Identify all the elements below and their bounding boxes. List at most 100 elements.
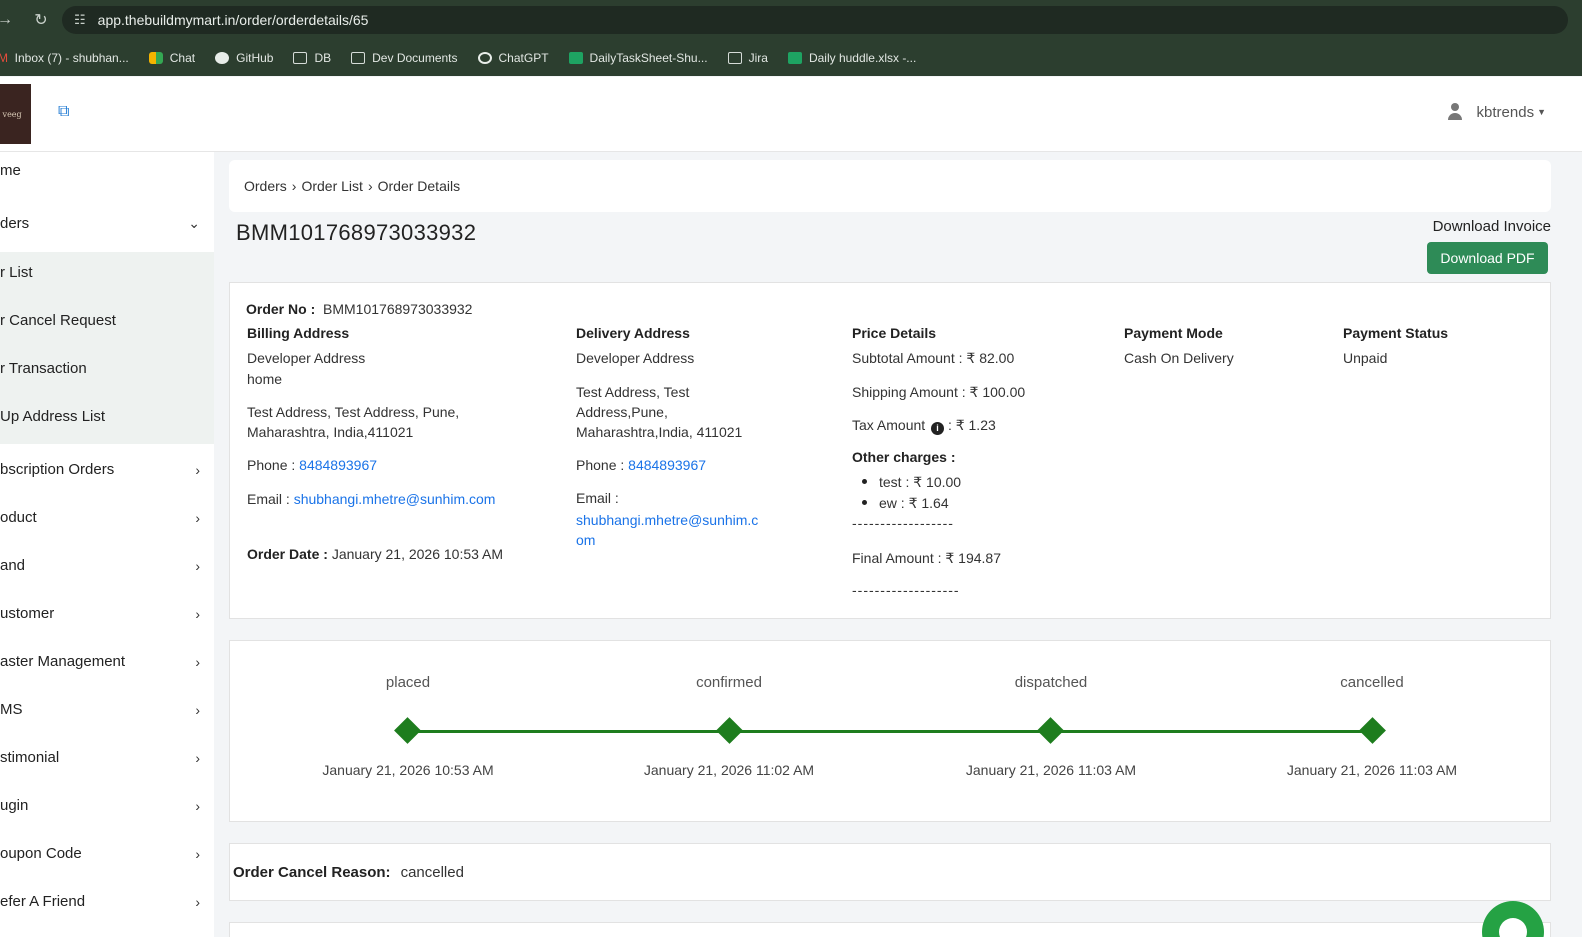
email-label: Email : — [247, 491, 290, 507]
forward-icon[interactable]: → — [0, 11, 18, 29]
timeline-marker — [394, 717, 421, 744]
chat-icon — [148, 52, 163, 64]
chevron-right-icon: › — [195, 749, 200, 766]
next-card — [229, 922, 1551, 937]
sidebar: me ders ⌄ r List r Cancel Request r Trans… — [0, 152, 214, 937]
sidebar-item-home[interactable]: me — [0, 162, 214, 179]
bookmark-db[interactable]: DB — [293, 51, 331, 65]
sidebar-item-label: ugin — [0, 797, 29, 814]
caret-down-icon: ▼ — [1537, 107, 1546, 117]
order-no-value: BMM101768973033932 — [323, 301, 473, 317]
page-title: BMM101768973033932 — [236, 220, 477, 245]
tax-label: Tax Amount — [852, 417, 926, 433]
timeline-step-confirmed: confirmed — [696, 674, 762, 691]
chatgpt-icon — [477, 52, 492, 64]
timeline-line — [408, 730, 1372, 733]
sidebar-item-order-cancel-request[interactable]: r Cancel Request — [0, 312, 214, 329]
app-header: veeg ⧉ kbtrends ▼ — [0, 77, 1582, 152]
bookmarks-bar: M Inbox (7) - shubhan... Chat GitHub DB … — [0, 40, 1582, 76]
username: kbtrends — [1476, 103, 1535, 121]
delivery-phone: Phone : 8484893967 — [576, 457, 706, 473]
timeline-date: January 21, 2026 10:53 AM — [322, 762, 494, 778]
site-settings-icon[interactable]: ☷ — [74, 12, 86, 28]
delivery-phone-link[interactable]: 8484893967 — [628, 457, 706, 473]
delivery-email-link[interactable]: shubhangi.mhetre@sunhim.com — [576, 510, 761, 550]
timeline-date: January 21, 2026 11:03 AM — [965, 762, 1137, 778]
reload-icon[interactable]: ↻ — [28, 10, 54, 30]
sidebar-item-label: ders — [0, 215, 30, 232]
external-link-icon[interactable]: ⧉ — [58, 103, 76, 121]
payment-mode-heading: Payment Mode — [1124, 325, 1223, 341]
sidebar-item-testimonial[interactable]: stimonial › — [0, 749, 214, 766]
chevron-right-icon: › — [195, 461, 200, 478]
order-date-label: Order Date : — [247, 546, 328, 562]
address-bar[interactable]: ☷ app.thebuildmymart.in/order/orderdetai… — [62, 6, 1568, 34]
sidebar-item-order-transaction[interactable]: r Transaction — [0, 360, 214, 377]
gmail-icon: M — [0, 51, 8, 65]
sidebar-item-label: me — [0, 162, 21, 179]
bookmark-inbox[interactable]: M Inbox (7) - shubhan... — [0, 51, 129, 65]
breadcrumb-separator: › — [291, 178, 297, 194]
billing-address: Test Address, Test Address, Pune, Mahara… — [247, 404, 460, 440]
bookmark-jira[interactable]: Jira — [727, 51, 768, 65]
chevron-right-icon: › — [195, 557, 200, 574]
bookmark-label: ChatGPT — [498, 51, 549, 65]
bookmark-label: DailyTaskSheet-Shu... — [589, 51, 708, 65]
brand-logo[interactable]: veeg — [0, 84, 31, 144]
billing-phone-link[interactable]: 8484893967 — [299, 457, 377, 473]
chevron-right-icon: › — [195, 797, 200, 814]
chevron-right-icon: › — [195, 509, 200, 526]
sidebar-item-label: and — [0, 557, 26, 574]
bookmark-github[interactable]: GitHub — [215, 51, 273, 65]
order-date: Order Date : January 21, 2026 10:53 AM — [247, 546, 503, 562]
payment-status-heading: Payment Status — [1343, 325, 1449, 341]
sidebar-item-orders[interactable]: ders ⌄ — [0, 215, 214, 232]
delivery-heading: Delivery Address — [576, 325, 690, 341]
sidebar-item-plugin[interactable]: ugin › — [0, 797, 214, 814]
sidebar-item-coupon-code[interactable]: oupon Code › — [0, 845, 214, 862]
bookmark-chatgpt[interactable]: ChatGPT — [477, 51, 549, 65]
phone-label: Phone : — [576, 457, 625, 473]
tax-amount: Tax Amount i : ₹ 1.23 — [852, 417, 996, 435]
sidebar-item-master-management[interactable]: aster Management › — [0, 653, 214, 670]
billing-email-link[interactable]: shubhangi.mhetre@sunhim.com — [294, 491, 496, 507]
order-no: Order No : BMM101768973033932 — [246, 301, 472, 317]
info-icon[interactable]: i — [931, 422, 945, 435]
price-divider: ------------------ — [852, 515, 954, 531]
bookmark-dailytasksheet[interactable]: DailyTaskSheet-Shu... — [568, 51, 708, 65]
chevron-right-icon: › — [195, 605, 200, 622]
chat-widget-icon[interactable] — [1482, 901, 1544, 937]
sidebar-item-cms[interactable]: MS › — [0, 701, 214, 718]
delivery-address: Test Address, Test Address,Pune, Maharas… — [576, 384, 743, 440]
sidebar-item-label: efer A Friend — [0, 893, 86, 910]
cancel-reason-value: cancelled — [400, 863, 464, 881]
user-menu[interactable]: kbtrends ▼ — [1447, 103, 1546, 121]
bookmark-daily-huddle[interactable]: Daily huddle.xlsx -... — [787, 51, 916, 65]
delivery-email-label: Email : — [576, 490, 619, 506]
sidebar-item-order-list[interactable]: r List — [0, 264, 214, 281]
timeline-date: January 21, 2026 11:03 AM — [1286, 762, 1458, 778]
sidebar-item-refer-a-friend[interactable]: efer A Friend › — [0, 893, 214, 910]
bullet — [862, 479, 867, 484]
sidebar-item-brand[interactable]: and › — [0, 557, 214, 574]
timeline-step-placed: placed — [385, 674, 431, 691]
sidebar-item-label: MS — [0, 701, 23, 718]
sidebar-item-subscription-orders[interactable]: bscription Orders › — [0, 461, 214, 478]
price-heading: Price Details — [852, 325, 937, 341]
breadcrumb-orders[interactable]: Orders — [244, 178, 287, 194]
shipping-amount: Shipping Amount : ₹ 100.00 — [852, 384, 1026, 400]
cancel-reason-label: Order Cancel Reason: — [233, 863, 391, 881]
breadcrumb-order-list[interactable]: Order List — [301, 178, 362, 194]
bookmark-chat[interactable]: Chat — [148, 51, 195, 65]
sidebar-item-pickup-address-list[interactable]: Up Address List — [0, 408, 214, 425]
bookmark-label: Inbox (7) - shubhan... — [14, 51, 129, 65]
folder-icon — [293, 52, 308, 64]
sidebar-item-product[interactable]: oduct › — [0, 509, 214, 526]
sidebar-item-customer[interactable]: ustomer › — [0, 605, 214, 622]
order-date-value: January 21, 2026 10:53 AM — [331, 546, 504, 562]
final-amount: Final Amount : ₹ 194.87 — [852, 550, 1001, 566]
tax-value: : ₹ 1.23 — [947, 417, 996, 433]
sheets-icon — [568, 52, 583, 64]
download-pdf-button[interactable]: Download PDF — [1427, 242, 1548, 274]
bookmark-dev-documents[interactable]: Dev Documents — [351, 51, 458, 65]
